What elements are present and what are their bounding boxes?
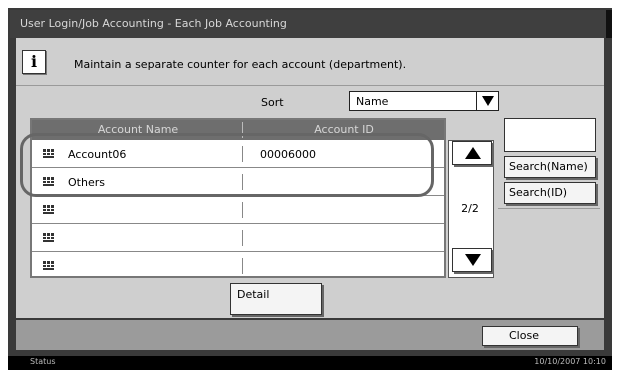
table-row[interactable] [32, 196, 444, 224]
search-by-name-button[interactable]: Search(Name) [504, 156, 596, 178]
divider [16, 85, 604, 86]
table-row[interactable] [32, 252, 444, 280]
search-by-id-button[interactable]: Search(ID) [504, 182, 596, 204]
close-button[interactable]: Close [482, 326, 578, 346]
account-group-icon [42, 232, 55, 243]
triangle-up-icon [465, 147, 481, 159]
divider [498, 208, 600, 209]
search-input[interactable] [504, 118, 596, 152]
dropdown-arrow-icon [476, 92, 498, 110]
account-group-icon [42, 204, 55, 215]
sort-dropdown[interactable]: Name [349, 91, 499, 111]
title-bar-edge [606, 10, 612, 38]
window-title: User Login/Job Accounting - Each Job Acc… [10, 10, 610, 38]
selection-highlight [20, 133, 434, 197]
detail-button[interactable]: Detail [230, 283, 322, 315]
column-separator [242, 230, 243, 246]
page-indicator: 2/2 [461, 202, 479, 215]
sort-selected-value: Name [356, 95, 389, 108]
status-bar: Status 10/10/2007 10:10 [8, 356, 612, 370]
status-label[interactable]: Status [30, 357, 56, 366]
column-separator [242, 258, 243, 274]
account-group-icon [42, 260, 55, 271]
status-datetime: 10/10/2007 10:10 [534, 357, 606, 366]
info-message: Maintain a separate counter for each acc… [74, 58, 407, 71]
table-row[interactable] [32, 224, 444, 252]
scroll-up-button[interactable] [452, 141, 492, 165]
triangle-down-icon [465, 254, 481, 266]
sort-label: Sort [261, 96, 284, 109]
column-separator [242, 202, 243, 218]
scroll-down-button[interactable] [452, 248, 492, 272]
info-icon: i [22, 50, 46, 74]
